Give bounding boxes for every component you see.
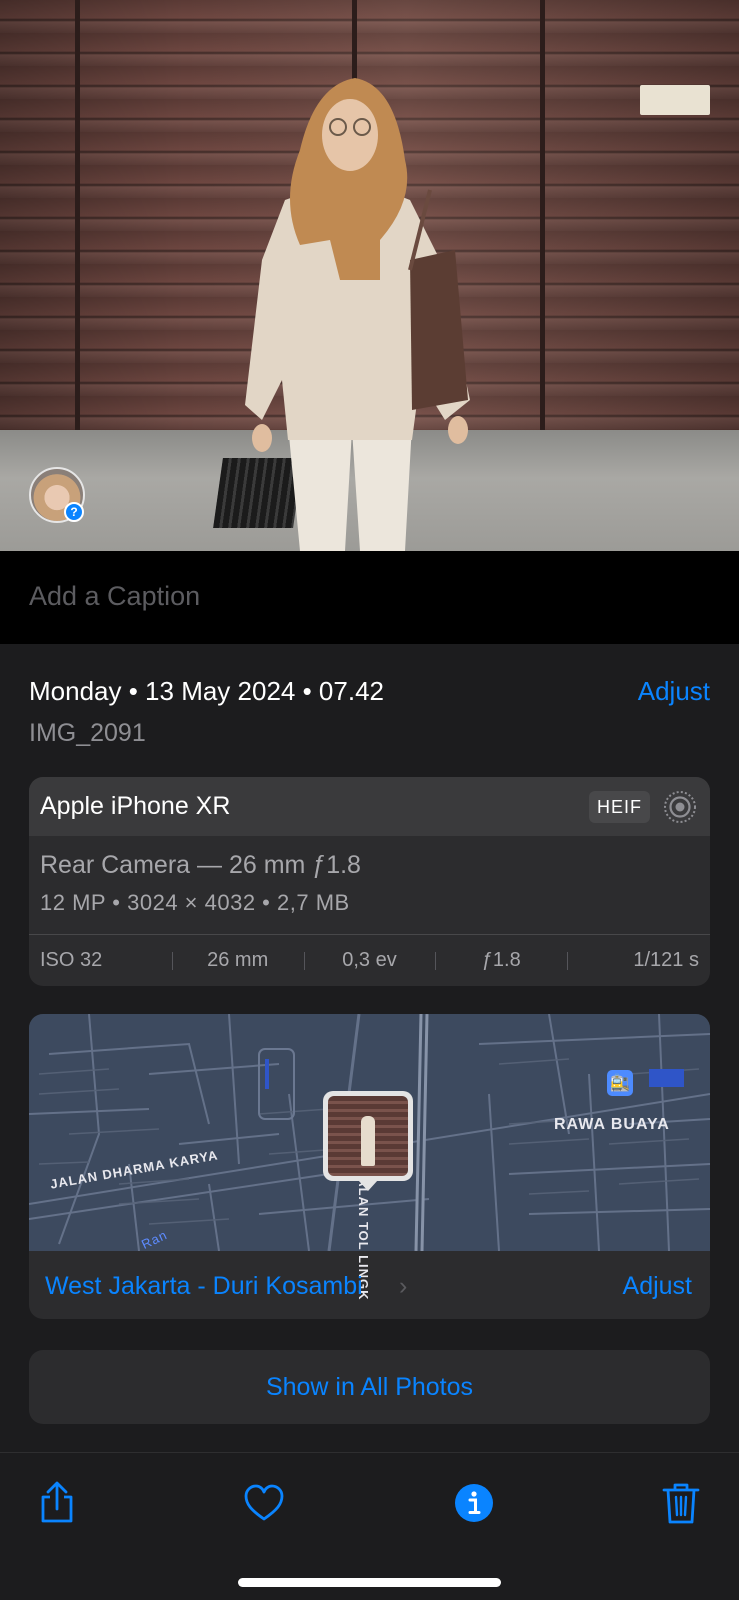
location-card: JALAN DHARMA KARYA JALAN TOL LINGK RAWA …	[29, 1014, 710, 1319]
location-map[interactable]: JALAN DHARMA KARYA JALAN TOL LINGK RAWA …	[29, 1014, 710, 1301]
photo-filename: IMG_2091	[29, 719, 146, 747]
photo-viewer[interactable]: ?	[0, 0, 739, 551]
exif-exposure-bias: 0,3 ev	[303, 935, 436, 986]
map-label-area: RAWA BUAYA	[554, 1116, 670, 1133]
unknown-person-icon[interactable]: ?	[64, 502, 84, 522]
exif-focal-length: 26 mm	[171, 935, 304, 986]
heart-icon	[244, 1484, 284, 1521]
location-name-link[interactable]: West Jakarta - Duri Kosambi	[45, 1272, 363, 1301]
adjust-datetime-button[interactable]: Adjust	[638, 676, 710, 707]
camera-model: Apple iPhone XR	[40, 792, 231, 820]
trash-icon	[662, 1483, 700, 1524]
train-station-icon: 🚉	[607, 1070, 633, 1096]
exif-row: ISO 32 26 mm 0,3 ev ƒ1.8 1/121 s	[29, 935, 710, 986]
favorite-button[interactable]	[242, 1481, 286, 1525]
info-icon	[455, 1484, 493, 1522]
home-indicator[interactable]	[238, 1578, 501, 1587]
format-badge: HEIF	[589, 791, 650, 823]
exif-shutter-speed: 1/121 s	[567, 935, 710, 986]
camera-info-card: Apple iPhone XR HEIF Rear Camera — 26 mm…	[29, 777, 710, 986]
show-in-all-photos-button[interactable]: Show in All Photos	[29, 1350, 710, 1424]
delete-button[interactable]	[659, 1481, 703, 1525]
image-specs: 12 MP • 3024 × 4032 • 2,7 MB	[40, 890, 350, 915]
exif-iso: ISO 32	[40, 949, 103, 971]
photo-datetime: Monday • 13 May 2024 • 07.42	[29, 676, 384, 706]
caption-input[interactable]: Add a Caption	[29, 581, 200, 612]
photo-location-pin[interactable]	[323, 1091, 413, 1181]
caption-bar[interactable]: Add a Caption	[0, 551, 739, 644]
live-photo-icon	[664, 791, 696, 823]
camera-lens: Rear Camera — 26 mm ƒ1.8	[40, 851, 361, 879]
camera-header: Apple iPhone XR HEIF	[29, 777, 710, 836]
adjust-location-button[interactable]: Adjust	[623, 1272, 692, 1301]
chevron-right-icon: ›	[399, 1272, 408, 1300]
pin-thumbnail	[328, 1096, 408, 1176]
share-button[interactable]	[35, 1481, 79, 1525]
share-icon	[41, 1481, 73, 1523]
person-figure	[245, 78, 470, 551]
pin-tail	[358, 1180, 378, 1191]
exif-aperture: ƒ1.8	[435, 935, 567, 986]
info-button[interactable]	[452, 1481, 496, 1525]
